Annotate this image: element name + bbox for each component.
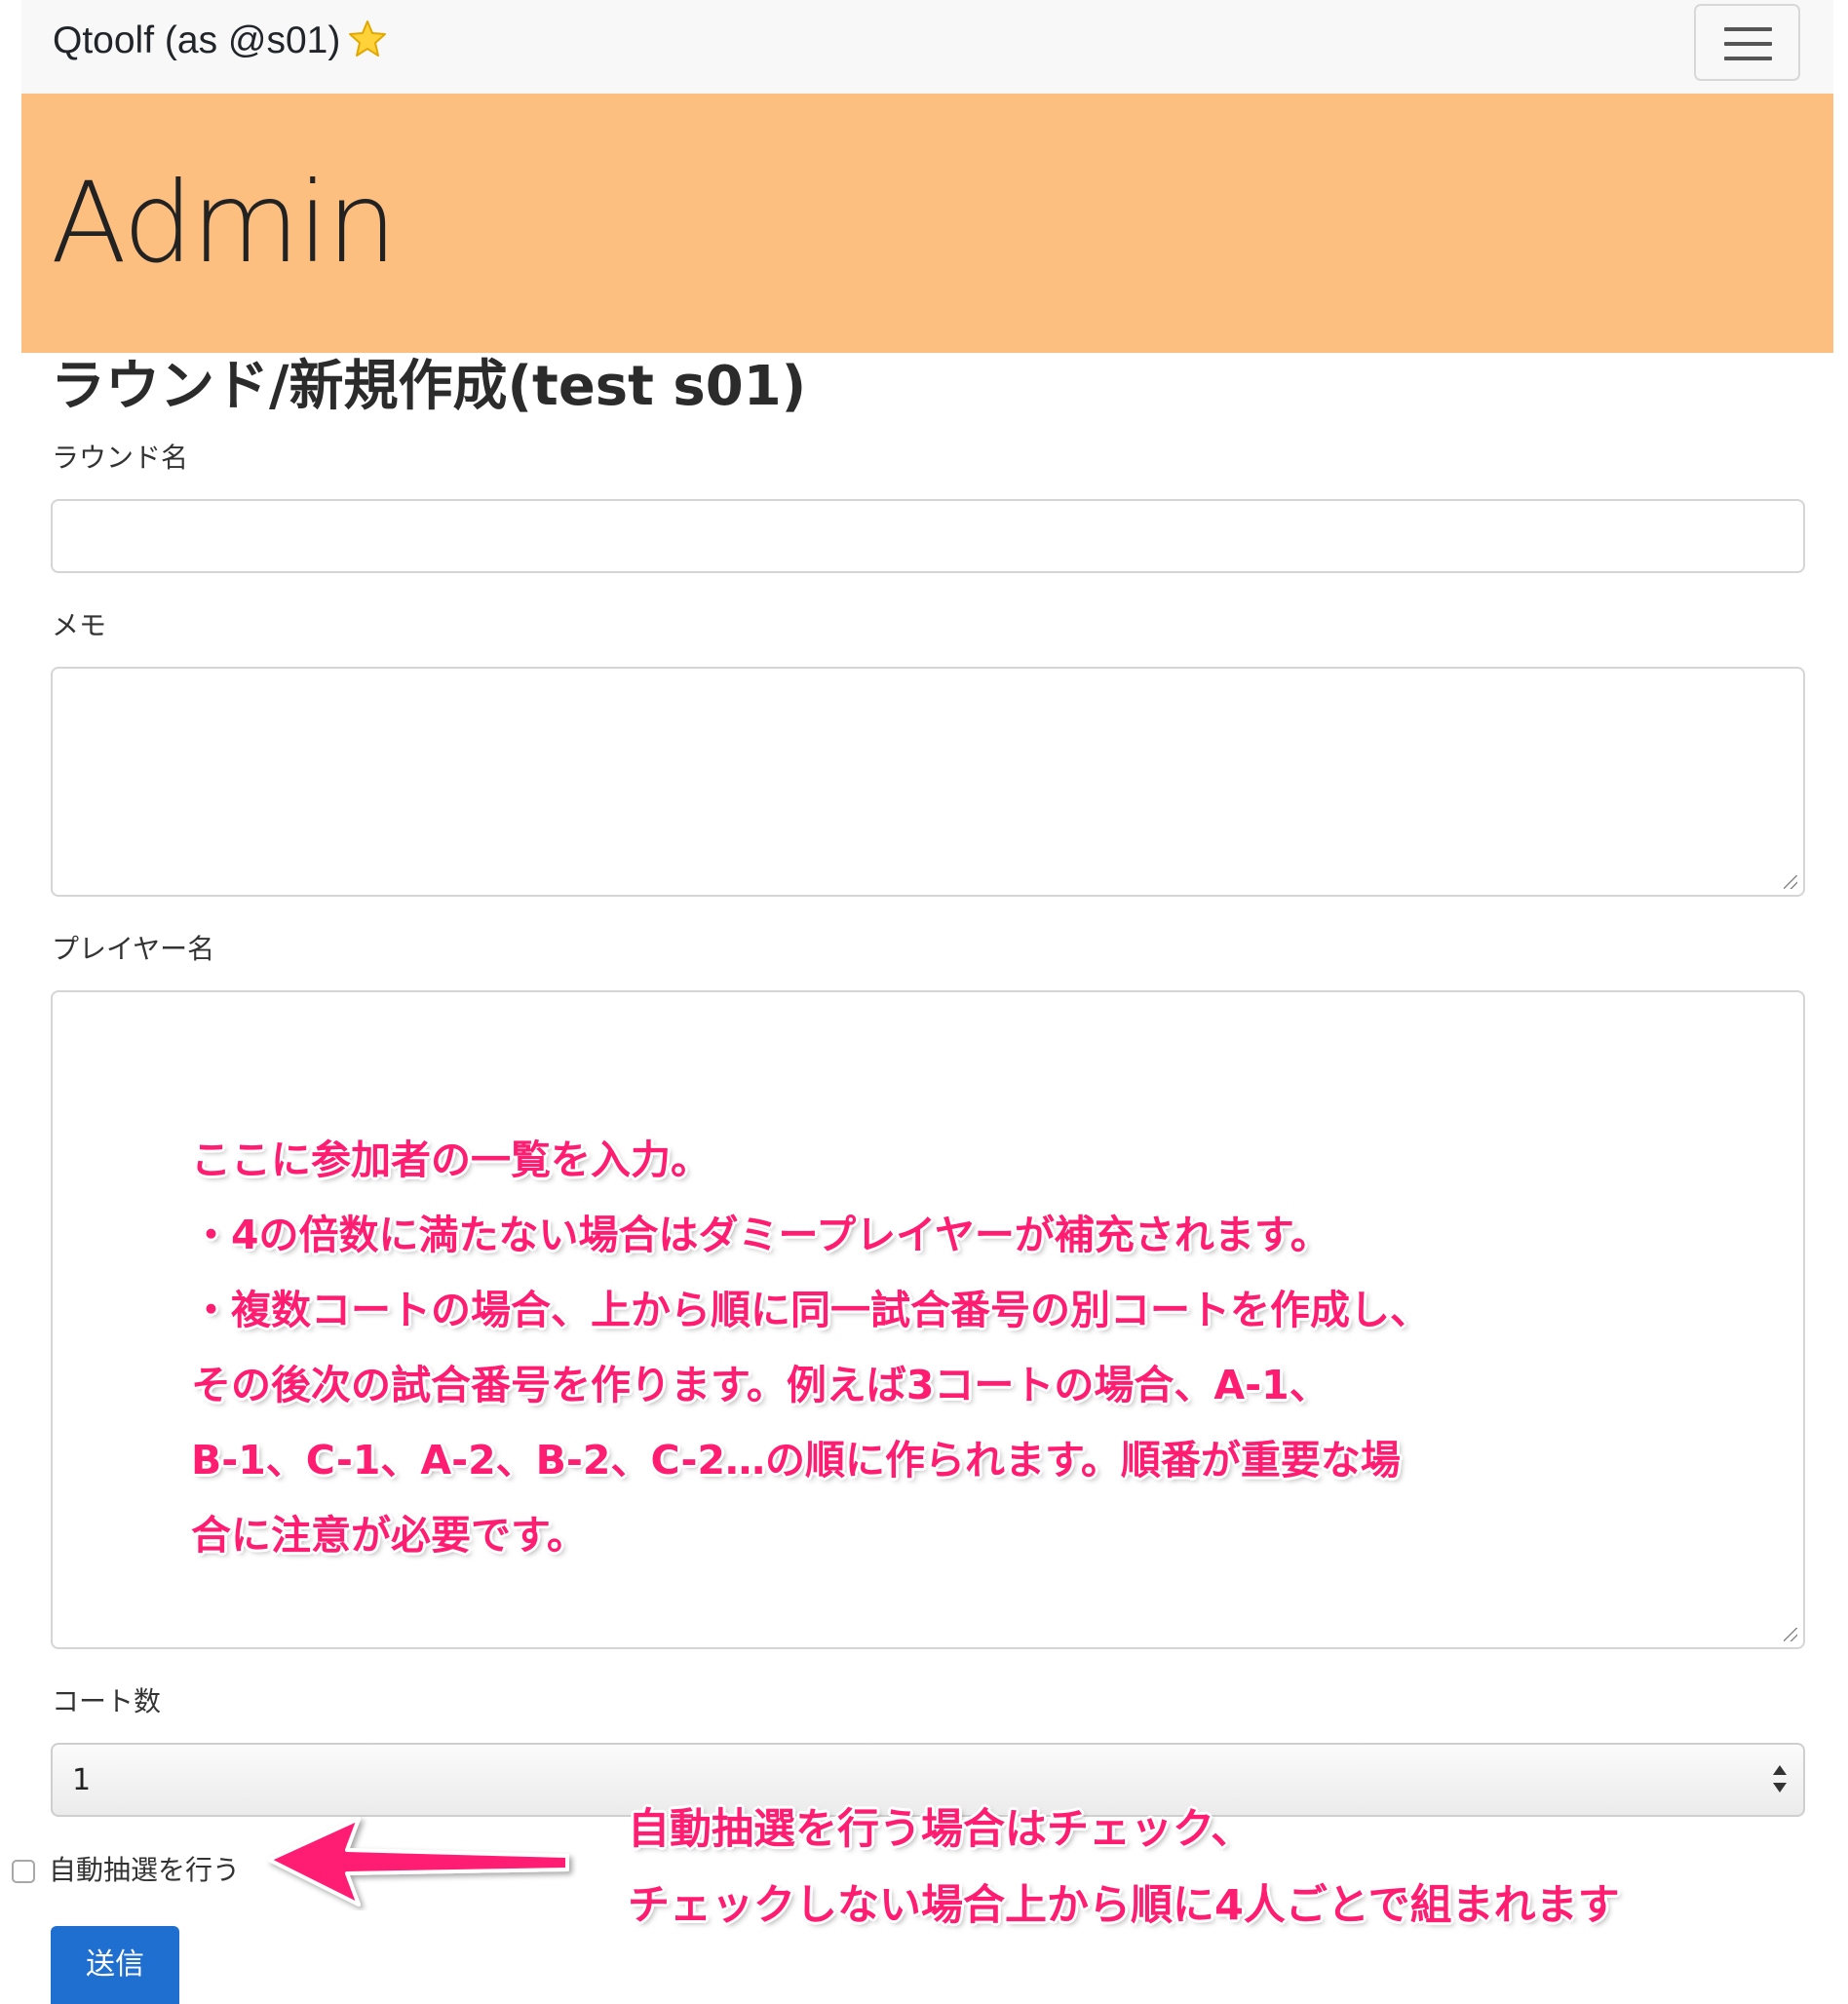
auto-draw-label[interactable]: 自動抽選を行う bbox=[49, 1853, 240, 1888]
annotation-line: B-1、C-1、A-2、B-2、C-2…の順に作られます。順番が重要な場 bbox=[191, 1437, 1401, 1484]
annotation-line: その後次の試合番号を作ります。例えば3コートの場合、A-1、 bbox=[191, 1362, 1329, 1408]
annotation-line: ・複数コートの場合、上から順に同一試合番号の別コートを作成し、 bbox=[191, 1287, 1430, 1333]
auto-draw-annotation: 自動抽選を行う場合はチェック、 チェックしない場合上から順に4人ごとで組まれます bbox=[628, 1792, 1620, 1944]
jumbotron: Admin bbox=[21, 94, 1833, 353]
brand-text: Qtoolf (as @s01) bbox=[53, 19, 341, 61]
memo-textarea[interactable] bbox=[51, 667, 1805, 897]
navbar: Qtoolf (as @s01) bbox=[21, 0, 1833, 94]
annotation-line: 自動抽選を行う場合はチェック、 bbox=[628, 1805, 1253, 1854]
hamburger-line bbox=[1724, 42, 1772, 46]
jumbotron-title: Admin bbox=[51, 158, 397, 288]
courts-select-value: 1 bbox=[72, 1763, 92, 1797]
star-icon bbox=[348, 19, 387, 70]
submit-button[interactable]: 送信 bbox=[51, 1926, 179, 2004]
select-updown-icon bbox=[1772, 1762, 1788, 1799]
courts-label: コート数 bbox=[52, 1685, 162, 1717]
page-title: ラウンド/新規作成(test s01) bbox=[51, 355, 807, 418]
navbar-toggle-button[interactable] bbox=[1694, 4, 1800, 81]
hamburger-menu-icon bbox=[1724, 27, 1772, 31]
resize-grip-icon[interactable] bbox=[1784, 1628, 1797, 1641]
memo-label: メモ bbox=[52, 609, 107, 641]
annotation-line: 合に注意が必要です。 bbox=[191, 1512, 587, 1559]
resize-grip-icon[interactable] bbox=[1784, 875, 1797, 889]
annotation-line: ・4の倍数に満たない場合はダミープレイヤーが補充されます。 bbox=[191, 1212, 1330, 1258]
players-annotation: ここに参加者の一覧を入力。 ・4の倍数に満たない場合はダミープレイヤーが補充され… bbox=[191, 1123, 1430, 1573]
caret-up-icon bbox=[1773, 1765, 1787, 1775]
navbar-brand[interactable]: Qtoolf (as @s01) bbox=[53, 18, 387, 70]
round-name-label: ラウンド名 bbox=[52, 442, 189, 474]
annotation-line: チェックしない場合上から順に4人ごとで組まれます bbox=[628, 1881, 1620, 1930]
players-label: プレイヤー名 bbox=[52, 933, 215, 965]
annotation-line: ここに参加者の一覧を入力。 bbox=[191, 1137, 711, 1183]
hamburger-line bbox=[1724, 57, 1772, 60]
arrow-left-icon bbox=[267, 1817, 569, 1907]
caret-down-icon bbox=[1773, 1783, 1787, 1792]
round-name-input[interactable] bbox=[51, 499, 1805, 573]
auto-draw-checkbox[interactable] bbox=[12, 1860, 35, 1883]
